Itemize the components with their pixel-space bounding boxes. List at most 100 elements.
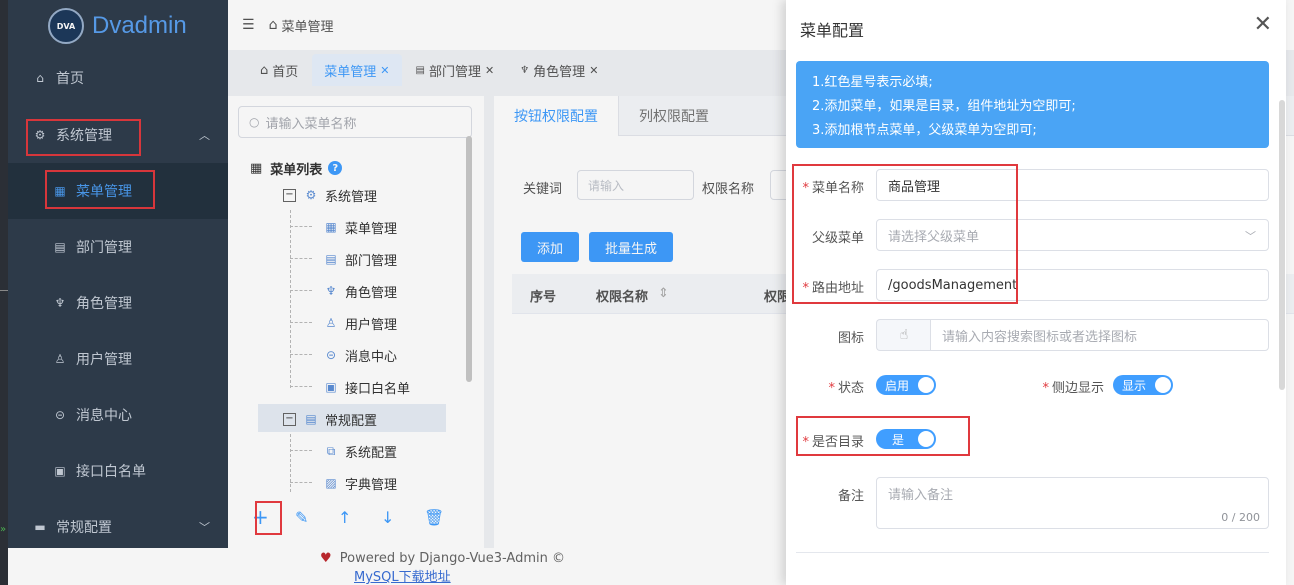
drawer-title: 菜单配置: [800, 21, 865, 40]
building-icon: ▤: [325, 252, 337, 266]
close-icon[interactable]: ✕: [380, 64, 389, 77]
mysql-download-link[interactable]: MySQL下载地址: [354, 566, 451, 585]
tree-guide: [290, 322, 312, 323]
sidebar-display-label: * 侧边显示: [1026, 377, 1104, 396]
tree-node-dict[interactable]: ▨ 字典管理: [324, 470, 397, 496]
edit-icon[interactable]: ✎: [295, 508, 338, 529]
switch-text: 启用: [885, 378, 910, 393]
remark-textarea[interactable]: 请输入备注 0 / 200: [876, 477, 1269, 529]
tree-scrollbar[interactable]: [466, 136, 472, 382]
tab-role[interactable]: ♆ 角色管理 ✕: [508, 54, 610, 86]
tab-label: 部门管理: [428, 64, 481, 80]
footer: ♥ Powered by Django-Vue3-Admin ©: [320, 551, 565, 566]
icon-search-input[interactable]: 请输入内容搜索图标或者选择图标: [930, 319, 1269, 351]
sidebar-item-system[interactable]: ⚙ 系统管理 ︿: [8, 115, 228, 155]
delete-icon[interactable]: 🗑: [424, 508, 467, 529]
label-text: 是否目录: [811, 435, 864, 450]
add-button[interactable]: 添加: [521, 232, 579, 262]
close-icon[interactable]: ✕: [589, 64, 598, 77]
close-icon[interactable]: ✕: [1254, 12, 1272, 37]
chevron-down-icon: ﹀: [1245, 230, 1256, 243]
sidebar-item-menu[interactable]: ▦ 菜单管理: [8, 171, 228, 211]
logo: DVA Dvadmin: [8, 0, 228, 52]
tree-node-role[interactable]: ♆ 角色管理: [324, 278, 397, 304]
tree-guide: [290, 482, 312, 483]
heart-icon: ♥: [320, 551, 332, 566]
message-icon: ⊝: [54, 408, 66, 422]
close-icon[interactable]: ✕: [485, 64, 494, 77]
help-icon[interactable]: ?: [328, 161, 343, 175]
gear-icon: ⚙: [34, 128, 46, 142]
tree-node-message[interactable]: ⊝ 消息中心: [324, 342, 397, 368]
home-icon: ⌂: [268, 17, 278, 33]
keyword-placeholder: 请输入: [588, 178, 625, 193]
is-directory-switch[interactable]: 是: [876, 429, 936, 449]
search-placeholder: 请输入菜单名称: [265, 116, 357, 132]
sidebar: DVA Dvadmin ⌂ 首页 ⚙ 系统管理 ︿ ▦ 菜单管理 ▤ 部门管理 …: [8, 0, 228, 548]
batch-generate-button[interactable]: 批量生成: [589, 232, 673, 262]
tree-node-whitelist[interactable]: ▣ 接口白名单: [324, 374, 410, 400]
tip-line: 1.红色星号表示必填;: [812, 75, 933, 90]
tree-node-dept[interactable]: ▤ 部门管理: [324, 246, 397, 272]
tree-node-label: 用户管理: [345, 317, 398, 333]
sidebar-item-config[interactable]: ▬ 常规配置 ﹀: [8, 507, 228, 547]
icon-label: 图标: [837, 331, 864, 346]
tree-guide: [290, 290, 312, 291]
input-value: /goodsManagement: [888, 277, 1018, 293]
input-value: 商品管理: [888, 179, 941, 195]
user-icon: ♙: [325, 316, 337, 330]
sidebar-item-whitelist[interactable]: ▣ 接口白名单: [8, 451, 228, 491]
tab-column-permissions[interactable]: 列权限配置: [619, 96, 729, 136]
tree-node-config[interactable]: − ▤ 常规配置: [283, 406, 377, 432]
tab-button-permissions[interactable]: 按钮权限配置: [494, 96, 619, 136]
sidebar-display-switch[interactable]: 显示: [1113, 375, 1173, 395]
switch-text: 是: [892, 432, 905, 447]
collapse-toggle-icon[interactable]: −: [283, 412, 296, 426]
tab-dept[interactable]: ▤ 部门管理 ✕: [404, 54, 507, 86]
required-mark: *: [802, 181, 809, 196]
role-icon: ♆: [520, 64, 530, 76]
collapse-icon[interactable]: ☰: [242, 17, 255, 33]
tab-home[interactable]: ⌂ 首页: [248, 54, 310, 86]
tree-node-menu[interactable]: ▦ 菜单管理: [324, 214, 397, 240]
tree-node-system[interactable]: − ⚙ 系统管理: [283, 182, 377, 208]
tree-node-label: 菜单管理: [345, 221, 398, 237]
grid-icon: ▦: [250, 160, 263, 176]
textarea-placeholder: 请输入备注: [888, 488, 954, 503]
sidebar-item-label: 常规配置: [56, 520, 112, 536]
sidebar-item-home[interactable]: ⌂ 首页: [8, 58, 228, 98]
move-up-icon[interactable]: ↑: [338, 508, 381, 529]
tree-node-sysconfig[interactable]: ⧉ 系统配置: [324, 438, 397, 464]
collapse-toggle-icon[interactable]: −: [283, 188, 296, 202]
route-input[interactable]: /goodsManagement: [876, 269, 1269, 301]
col-perm-name[interactable]: 权限名称: [596, 286, 648, 305]
sidebar-item-role[interactable]: ♆ 角色管理: [8, 283, 228, 323]
edge-divider: [0, 290, 8, 291]
building-icon: ▤: [415, 64, 425, 76]
tree-node-label: 角色管理: [345, 285, 398, 301]
pointer-icon[interactable]: ☝: [876, 319, 931, 351]
user-icon: ♙: [54, 352, 66, 366]
add-icon[interactable]: +: [252, 505, 295, 529]
sidebar-item-dept[interactable]: ▤ 部门管理: [8, 227, 228, 267]
status-switch[interactable]: 启用: [876, 375, 936, 395]
move-down-icon[interactable]: ↓: [381, 508, 424, 529]
tree-root[interactable]: ▦ 菜单列表 ?: [250, 155, 343, 181]
keyword-input[interactable]: 请输入: [577, 170, 694, 200]
sidebar-item-user[interactable]: ♙ 用户管理: [8, 339, 228, 379]
tree-search-input[interactable]: ○ 请输入菜单名称: [238, 106, 472, 138]
sidebar-item-message[interactable]: ⊝ 消息中心: [8, 395, 228, 435]
tree-guide-line: [290, 434, 291, 492]
drawer-scrollbar[interactable]: [1279, 100, 1285, 390]
keyword-label: 关键词: [523, 182, 563, 197]
tree-node-user[interactable]: ♙ 用户管理: [324, 310, 397, 336]
tree-node-label: 常规配置: [325, 413, 378, 429]
label-text: 侧边显示: [1051, 381, 1104, 396]
config-icon: ▬: [34, 520, 46, 534]
menu-name-input[interactable]: 商品管理: [876, 169, 1269, 201]
tab-menu[interactable]: 菜单管理 ✕: [312, 54, 402, 86]
drawer-divider: [796, 552, 1269, 553]
tree-node-label: 接口白名单: [345, 381, 411, 397]
parent-menu-select[interactable]: 请选择父级菜单 ﹀: [876, 219, 1269, 251]
sort-icon[interactable]: ⇕: [658, 286, 669, 301]
